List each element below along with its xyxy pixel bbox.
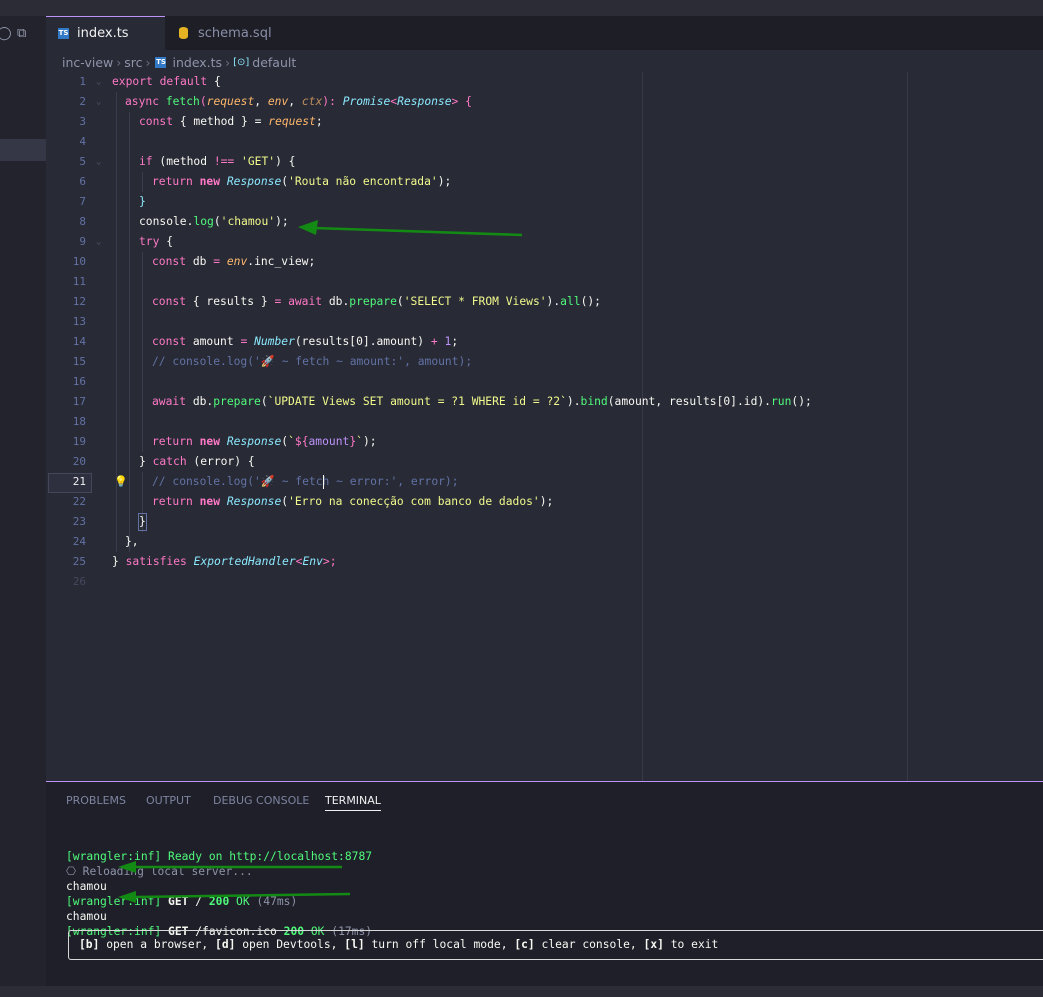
- code-line: 12 const { results } = await db.prepare('…: [72, 295, 601, 308]
- code-line: 17 await db.prepare(`UPDATE Views SET amo…: [72, 395, 812, 408]
- code-line: 25} satisfies ExportedHandler<Env>;: [72, 555, 337, 568]
- annotation-arrow: [298, 220, 523, 237]
- database-icon: [179, 27, 188, 39]
- terminal-line: chamou: [66, 910, 107, 923]
- code-line: 23}: [46, 512, 1043, 532]
- code-line: 11: [72, 275, 86, 288]
- fold-chevron-icon[interactable]: ⌄: [96, 152, 101, 172]
- code-line: 9 ⌄ try {: [46, 232, 1043, 252]
- code-line-current: 21 💡// console.log('🚀 ~ fetch ~ error:', …: [46, 472, 1043, 492]
- code-line: 14 const amount = Number(results[0].amoun…: [72, 335, 459, 348]
- code-line: 2 ⌄ async fetch(request, env, ctx): Promis…: [46, 92, 1043, 112]
- selected-item[interactable]: [0, 139, 46, 161]
- code-line: 10 const db = env.inc_view;: [72, 255, 316, 268]
- chevron-right-icon: ›: [225, 55, 231, 70]
- breadcrumb-folder[interactable]: src: [124, 55, 142, 70]
- annotation-arrow: [118, 861, 342, 873]
- code-editor[interactable]: inc-view › src › TS index.ts › [⊙] default 1 ⌄ exp…: [46, 50, 1043, 781]
- code-line: 1 ⌄ export default {: [46, 72, 1043, 92]
- code-line: 8 console.log('chamou');: [79, 215, 289, 228]
- breadcrumb-file[interactable]: index.ts: [172, 55, 222, 70]
- code-line: 5 ⌄ if (method !== 'GET') {: [46, 152, 1043, 172]
- fold-chevron-icon[interactable]: ⌄: [96, 92, 101, 112]
- code-line: 16: [72, 375, 86, 388]
- tab-index-ts[interactable]: TS index.ts: [46, 16, 165, 50]
- text-cursor: [323, 475, 324, 489]
- chevron-right-icon: ›: [116, 55, 122, 70]
- typescript-icon: TS: [58, 28, 69, 39]
- code-line: 3 const { method } = request;: [79, 115, 323, 128]
- side-panel: ◯ ⧉: [0, 16, 46, 986]
- code-line: 6 return new Response('Routa não encontra…: [79, 175, 452, 188]
- code-line: 7}: [79, 195, 146, 208]
- bottom-panel: PROBLEMS OUTPUT DEBUG CONSOLE TERMINAL […: [46, 781, 1043, 986]
- keyboard-shortcuts-hint: [b] open a browser, [d] open Devtools, […: [68, 930, 1043, 960]
- editor-tab-bar: TS index.ts schema.sql: [46, 16, 1043, 50]
- fold-chevron-icon[interactable]: ⌄: [96, 72, 101, 92]
- tab-output[interactable]: OUTPUT: [146, 794, 191, 807]
- code-line: 15// console.log('🚀 ~ fetch ~ amount:', …: [72, 355, 473, 368]
- tab-schema-sql[interactable]: schema.sql: [165, 16, 289, 50]
- tab-problems[interactable]: PROBLEMS: [66, 794, 126, 807]
- annotation-arrow: [118, 891, 351, 903]
- breadcrumb: inc-view › src › TS index.ts › [⊙] default: [62, 54, 296, 70]
- typescript-icon: TS: [155, 57, 167, 68]
- code-line: 18: [72, 415, 86, 428]
- breadcrumb-symbol[interactable]: default: [252, 55, 296, 70]
- tab-terminal[interactable]: TERMINAL: [325, 794, 381, 811]
- window-title-bar: [0, 0, 1043, 16]
- restore-window-icon[interactable]: ⧉: [17, 26, 26, 41]
- symbol-icon: [⊙]: [233, 57, 250, 68]
- code-line: 19 return new Response(`${amount}`);: [72, 435, 377, 448]
- code-line: 26: [72, 575, 86, 588]
- fold-chevron-icon[interactable]: ⌄: [96, 232, 101, 252]
- tab-debug-console[interactable]: DEBUG CONSOLE: [213, 794, 309, 807]
- circle-icon[interactable]: ◯: [0, 26, 12, 41]
- tab-label: schema.sql: [198, 25, 272, 41]
- code-line: 22 return new Response('Erro na conecção …: [72, 495, 554, 508]
- tab-label: index.ts: [77, 26, 129, 41]
- code-line: 20} catch (error) {: [72, 455, 255, 468]
- status-bar: [0, 986, 1043, 997]
- chevron-right-icon: ›: [145, 55, 151, 70]
- terminal-line: chamou: [66, 880, 107, 893]
- breadcrumb-folder[interactable]: inc-view: [62, 55, 113, 70]
- lightbulb-icon[interactable]: 💡: [114, 472, 128, 492]
- code-line: 13: [72, 315, 86, 328]
- code-line: 4: [79, 135, 86, 148]
- code-line: 24},: [72, 535, 139, 548]
